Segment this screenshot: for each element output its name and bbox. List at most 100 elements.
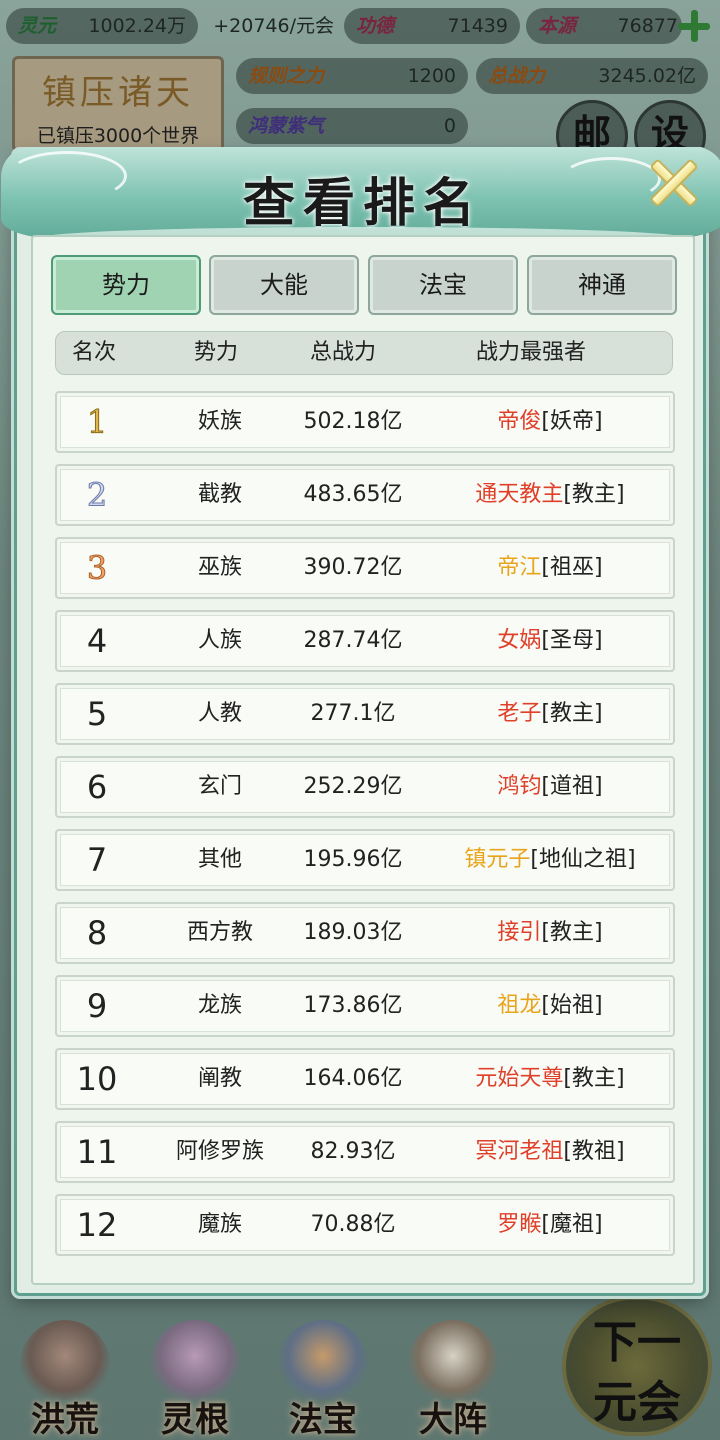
strongest-name: 元始天尊 (475, 1066, 564, 1091)
strongest-title: [教祖] (563, 1139, 625, 1164)
nav-linggen[interactable]: 灵根 (140, 1320, 250, 1440)
row-rank: 11 (76, 1133, 118, 1171)
row-strongest: 罗睺[魔祖] (423, 1196, 677, 1254)
row-strongest: 接引[教主] (423, 904, 677, 962)
row-rank: 3 (86, 549, 108, 588)
benyuan-counter: 本源 76877 (526, 8, 682, 44)
row-power: 173.86亿 (303, 993, 403, 1018)
row-rank: 8 (86, 914, 108, 952)
row-faction: 魔族 (197, 1212, 242, 1237)
strongest-title: [地仙之祖] (530, 847, 636, 872)
strongest-title: [魔祖] (541, 1212, 603, 1237)
strongest-name: 女娲 (497, 628, 542, 653)
next-era-button[interactable]: 下一 元会 (562, 1296, 712, 1436)
nav-linggen-label: 灵根 (161, 1400, 229, 1440)
strongest-name: 帝江 (497, 555, 542, 580)
row-power: 195.96亿 (303, 847, 403, 872)
col-rank: 名次 (72, 340, 117, 365)
strongest-name: 通天教主 (475, 482, 564, 507)
strongest-name: 罗睺 (497, 1212, 542, 1237)
next-era-line2: 元会 (593, 1377, 681, 1428)
row-strongest: 冥河老祖[教祖] (423, 1123, 677, 1181)
row-strongest: 老子[教主] (423, 685, 677, 743)
strongest-title: [圣母] (541, 628, 603, 653)
table-row[interactable]: 11 阿修罗族 82.93亿 冥河老祖[教祖] (55, 1121, 675, 1183)
row-power: 287.74亿 (303, 628, 403, 653)
row-power: 390.72亿 (303, 555, 403, 580)
gongde-counter: 功德 71439 (344, 8, 520, 44)
col-faction: 势力 (194, 340, 239, 365)
strongest-title: [教主] (563, 482, 625, 507)
hongmeng-value: 0 (443, 115, 456, 137)
strongest-name: 镇元子 (464, 847, 531, 872)
close-button[interactable] (643, 153, 703, 213)
table-row[interactable]: 12 魔族 70.88亿 罗睺[魔祖] (55, 1194, 675, 1256)
treasure-icon (278, 1320, 368, 1400)
table-row[interactable]: 7 其他 195.96亿 镇元子[地仙之祖] (55, 829, 675, 891)
row-rank: 1 (86, 403, 108, 442)
seal-world-card[interactable]: 镇压诸天 已镇压3000个世界 (12, 56, 224, 152)
table-row[interactable]: 3 巫族 390.72亿 帝江[祖巫] (55, 537, 675, 599)
table-row[interactable]: 2 截教 483.65亿 通天教主[教主] (55, 464, 675, 526)
strongest-name: 冥河老祖 (475, 1139, 564, 1164)
strongest-name: 鸿钧 (497, 774, 542, 799)
strongest-title: [教主] (563, 1066, 625, 1091)
strongest-title: [妖帝] (541, 409, 603, 434)
row-strongest: 镇元子[地仙之祖] (423, 831, 677, 889)
total-power-label: 总战力 (488, 65, 546, 87)
table-row[interactable]: 6 玄门 252.29亿 鸿钧[道祖] (55, 756, 675, 818)
lingyuan-value: 1002.24万 (88, 15, 186, 37)
guize-label: 规则之力 (248, 65, 325, 87)
strongest-title: [道祖] (541, 774, 603, 799)
row-power: 164.06亿 (303, 1066, 403, 1091)
row-rank: 2 (86, 476, 108, 515)
lingyuan-label: 灵元 (18, 15, 57, 37)
tab-treasure[interactable]: 法宝 (368, 255, 518, 315)
guize-value: 1200 (407, 65, 456, 87)
row-faction: 妖族 (197, 409, 242, 434)
row-power: 277.1亿 (310, 701, 396, 726)
modal-title: 查看排名 (242, 173, 483, 234)
row-faction: 阐教 (197, 1066, 242, 1091)
row-faction: 截教 (197, 482, 242, 507)
tab-faction[interactable]: 势力 (51, 255, 201, 315)
row-faction: 其他 (197, 847, 242, 872)
row-strongest: 通天教主[教主] (423, 466, 677, 524)
next-era-line1: 下一 (593, 1317, 681, 1368)
row-faction: 人族 (197, 628, 242, 653)
nav-honghuang[interactable]: 洪荒 (10, 1320, 120, 1440)
row-rank: 7 (86, 841, 108, 879)
table-row[interactable]: 8 西方教 189.03亿 接引[教主] (55, 902, 675, 964)
table-row[interactable]: 1 妖族 502.18亿 帝俊[妖帝] (55, 391, 675, 453)
table-row[interactable]: 5 人教 277.1亿 老子[教主] (55, 683, 675, 745)
benyuan-value: 76877 (617, 15, 678, 37)
strongest-name: 帝俊 (497, 409, 542, 434)
row-rank: 10 (76, 1060, 118, 1098)
formation-icon (408, 1320, 498, 1400)
row-power: 189.03亿 (303, 920, 403, 945)
strongest-name: 老子 (497, 701, 542, 726)
strongest-name: 祖龙 (497, 993, 542, 1018)
row-rank: 12 (76, 1206, 118, 1244)
gongde-label: 功德 (356, 15, 395, 37)
add-resource-button[interactable] (676, 8, 712, 44)
col-power: 总战力 (310, 340, 377, 365)
nav-dazhen[interactable]: 大阵 (398, 1320, 508, 1440)
table-row[interactable]: 9 龙族 173.86亿 祖龙[始祖] (55, 975, 675, 1037)
benyuan-label: 本源 (538, 15, 577, 37)
tab-great-power[interactable]: 大能 (209, 255, 359, 315)
hongmeng-label: 鸿蒙紫气 (248, 115, 325, 137)
row-faction: 阿修罗族 (175, 1139, 264, 1164)
row-rank: 4 (86, 622, 108, 660)
nav-fabao[interactable]: 法宝 (268, 1320, 378, 1440)
row-power: 252.29亿 (303, 774, 403, 799)
strongest-title: [教主] (541, 920, 603, 945)
table-row[interactable]: 10 阐教 164.06亿 元始天尊[教主] (55, 1048, 675, 1110)
row-strongest: 元始天尊[教主] (423, 1050, 677, 1108)
row-rank: 6 (86, 768, 108, 806)
lingyuan-counter: 灵元 1002.24万 (6, 8, 198, 44)
strongest-title: [祖巫] (541, 555, 603, 580)
tab-magic-skill[interactable]: 神通 (527, 255, 677, 315)
resource-bar: 灵元 1002.24万 +20746/元会 功德 71439 本源 76877 (0, 0, 720, 52)
table-row[interactable]: 4 人族 287.74亿 女娲[圣母] (55, 610, 675, 672)
